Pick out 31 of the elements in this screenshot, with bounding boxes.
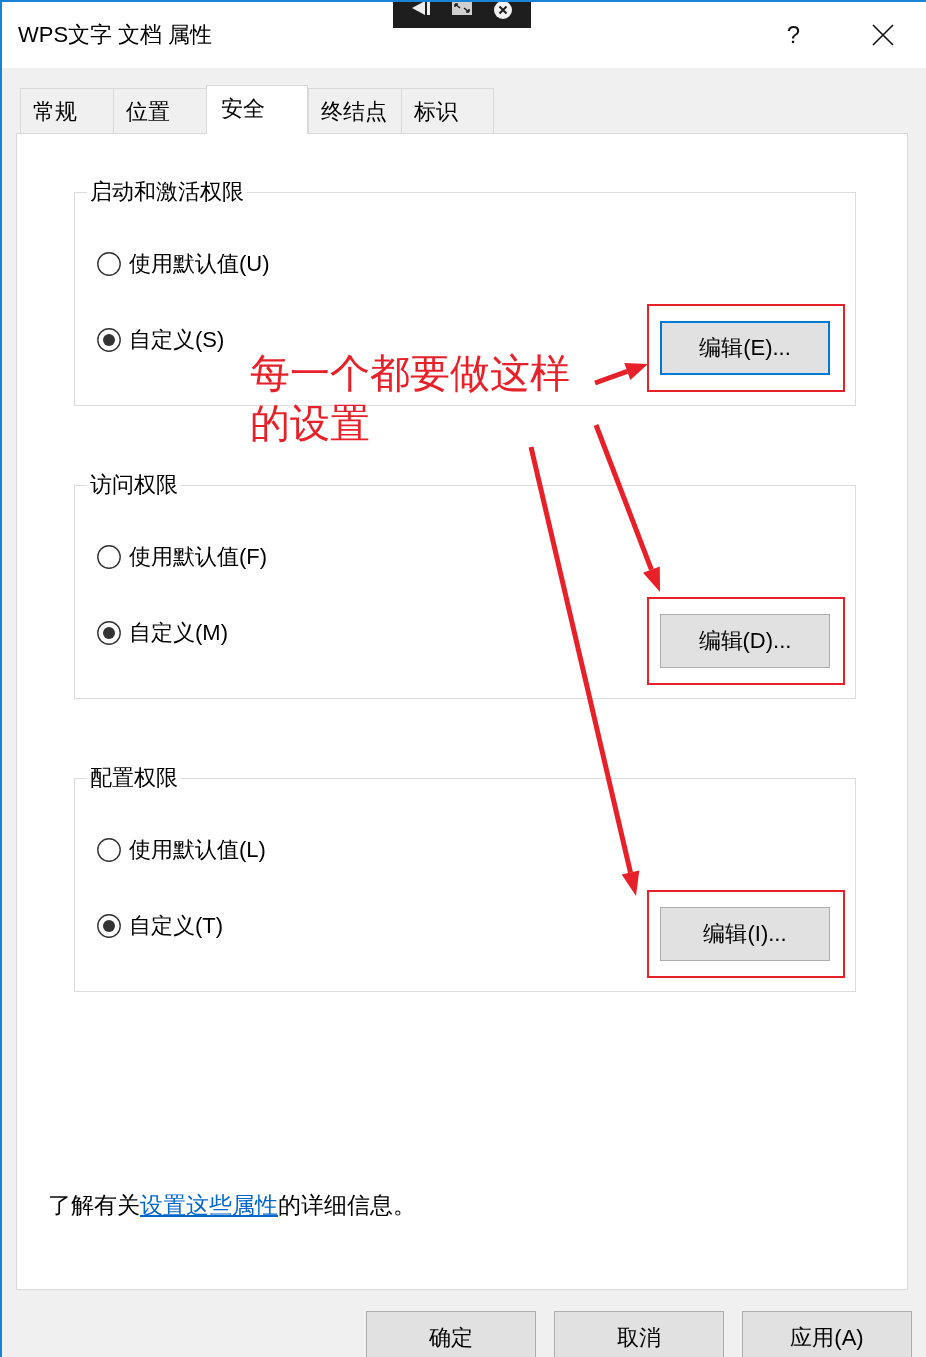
expand-icon[interactable] [452, 2, 472, 15]
group-title: 启动和激活权限 [87, 178, 247, 206]
radio-button[interactable]: 自定义(T) [97, 912, 266, 940]
radio-icon[interactable] [97, 838, 121, 862]
edit-button[interactable]: 编辑(D)... [660, 614, 830, 668]
tab[interactable]: 终结点 [308, 88, 401, 133]
dialog-button[interactable]: 取消 [554, 1311, 724, 1357]
radio-icon[interactable] [97, 328, 121, 352]
radio-icon[interactable] [97, 914, 121, 938]
window-title: WPS文字 文档 属性 [18, 21, 213, 49]
radio-icon[interactable] [97, 252, 121, 276]
dialog-button[interactable]: 确定 [366, 1311, 536, 1357]
close-icon[interactable] [872, 24, 894, 46]
radio-icon[interactable] [97, 621, 121, 645]
radio-button[interactable]: 自定义(M) [97, 619, 268, 647]
edit-button[interactable]: 编辑(E)... [660, 321, 830, 375]
arrow [594, 362, 648, 386]
radio-button[interactable]: 使用默认值(L) [97, 836, 266, 864]
radio-button[interactable]: 使用默认值(U) [97, 250, 270, 278]
help-button[interactable]: ? [786, 21, 800, 49]
info-text: 了解有关设置这些属性的详细信息。 [47, 1191, 417, 1220]
tab[interactable]: 常规 [20, 88, 113, 133]
radio-button[interactable]: 使用默认值(F) [97, 543, 268, 571]
triangle-icon[interactable] [412, 2, 430, 15]
tab[interactable]: 安全 [206, 85, 308, 134]
radio-icon[interactable] [97, 545, 121, 569]
tab[interactable]: 标识 [401, 88, 494, 133]
dialog-button[interactable]: 应用(A) [742, 1311, 912, 1357]
tab[interactable]: 位置 [113, 88, 206, 133]
info-link[interactable]: 设置这些属性 [140, 1192, 278, 1218]
edit-button[interactable]: 编辑(I)... [660, 907, 830, 961]
